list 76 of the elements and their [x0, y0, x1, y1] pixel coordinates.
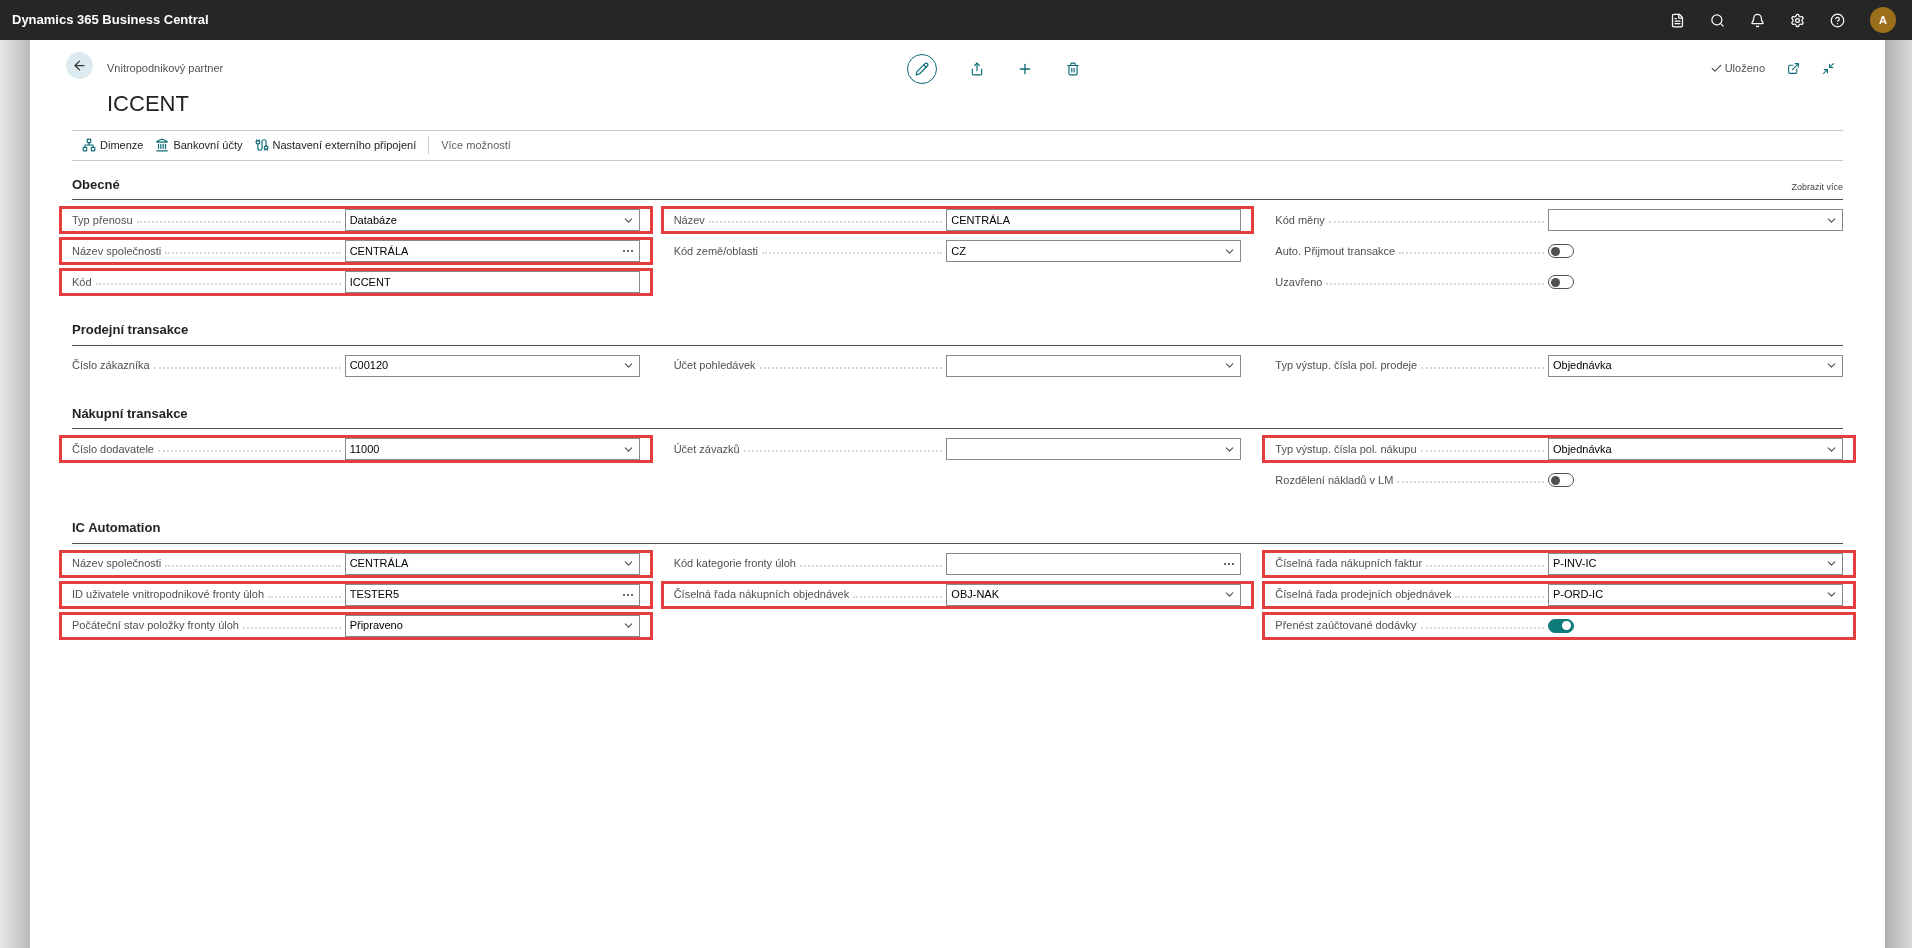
action-button[interactable]: Bankovní účty — [155, 136, 243, 154]
lookup-field[interactable]: CENTRÁLA — [344, 240, 640, 262]
field-label: Kód měny — [1275, 212, 1325, 228]
field-label: Kód — [72, 274, 92, 290]
toggle-switch[interactable] — [1548, 244, 1574, 258]
field-label: Název společnosti — [72, 556, 162, 572]
share-icon[interactable] — [970, 62, 984, 76]
field-label: Číslo zákazníka — [72, 358, 150, 374]
search-icon[interactable] — [1710, 12, 1725, 28]
notification-icon[interactable] — [1750, 12, 1765, 28]
toggle-switch[interactable] — [1548, 618, 1574, 633]
dropdown-field[interactable]: Databáze — [344, 209, 640, 231]
field-label: Číselná řada nákupních objednávek — [673, 587, 850, 603]
action-button[interactable]: Dimenze — [82, 136, 144, 154]
field-label: Účet pohledávek — [673, 358, 756, 374]
field-label: Auto. Přijmout transakce — [1275, 243, 1396, 259]
field-label: Číselná řada nákupních faktur — [1275, 556, 1423, 572]
field-label: Kód kategorie fronty úloh — [673, 556, 796, 572]
section-title: Prodejní transakce — [72, 321, 190, 339]
dropdown-field[interactable]: OBJ-NAK — [946, 583, 1242, 606]
field-label: Typ přenosu — [72, 212, 133, 228]
field-label: Počáteční stav položky fronty úloh — [72, 618, 239, 634]
input-field[interactable]: CENTRÁLA — [946, 209, 1242, 231]
pencil-icon — [915, 62, 929, 76]
section-title: Obecné — [72, 175, 121, 194]
delete-icon[interactable] — [1066, 62, 1080, 76]
field-label: Kód země/oblasti — [673, 243, 759, 259]
document-icon[interactable] — [1670, 12, 1685, 28]
field-label: Rozdělení nákladů v LM — [1275, 472, 1394, 488]
saved-status: Uloženo — [1724, 61, 1765, 76]
open-new-window-icon[interactable] — [1787, 61, 1800, 75]
dropdown-field[interactable]: C00120 — [344, 354, 640, 377]
dropdown-field[interactable] — [1548, 209, 1843, 231]
back-arrow-icon — [72, 58, 87, 73]
input-field[interactable]: ICCENT — [344, 271, 640, 293]
field-label: ID uživatele vnitropodnikové fronty úloh — [72, 587, 264, 603]
field-label: Číslo dodavatele — [72, 441, 154, 457]
field-label: Název — [673, 212, 705, 228]
lookup-field[interactable]: TESTER5 — [344, 583, 640, 606]
toggle-switch[interactable] — [1548, 473, 1574, 487]
dropdown-field[interactable]: P-INV-IC — [1548, 552, 1843, 575]
field-label: Číselná řada prodejních objednávek — [1275, 587, 1452, 603]
field-label: Uzavřeno — [1275, 274, 1323, 290]
section-title: IC Automation — [72, 519, 162, 537]
dropdown-field[interactable] — [946, 354, 1242, 377]
field-label: Přenést zaúčtované dodávky — [1275, 618, 1417, 634]
action-button[interactable]: Více možností — [441, 136, 511, 154]
dropdown-field[interactable]: Objednávka — [1548, 354, 1843, 377]
breadcrumb: Vnitropodnikový partner — [107, 61, 225, 76]
connection-icon — [254, 138, 269, 152]
dropdown-field[interactable]: CENTRÁLA — [344, 552, 640, 575]
field-label: Typ výstup. čísla pol. prodeje — [1275, 358, 1418, 374]
help-icon[interactable] — [1830, 12, 1845, 28]
collapse-icon[interactable] — [1822, 61, 1835, 75]
dimensions-icon — [82, 138, 96, 152]
page-title: ICCENT — [107, 89, 190, 118]
field-label: Název společnosti — [72, 243, 162, 259]
settings-icon[interactable] — [1790, 12, 1805, 28]
app-title: Dynamics 365 Business Central — [12, 11, 210, 30]
user-avatar[interactable]: A — [1870, 7, 1896, 33]
bank-icon — [155, 138, 170, 152]
dropdown-field[interactable]: Připraveno — [344, 614, 640, 637]
toggle-switch[interactable] — [1548, 275, 1574, 289]
dropdown-field[interactable]: P-ORD-IC — [1548, 583, 1843, 606]
dropdown-field[interactable]: CZ — [946, 240, 1242, 262]
dropdown-field[interactable]: Objednávka — [1548, 438, 1843, 460]
add-icon[interactable] — [1017, 61, 1033, 77]
back-button[interactable] — [66, 52, 93, 79]
dropdown-field[interactable]: 11000 — [344, 438, 640, 460]
field-label: Účet závazků — [673, 441, 740, 457]
field-label: Typ výstup. čísla pol. nákupu — [1275, 441, 1417, 457]
action-button[interactable]: Nastavení externího připojení — [254, 136, 417, 154]
show-more-link[interactable]: Zobrazit více — [1791, 180, 1843, 194]
lookup-field[interactable] — [946, 552, 1242, 575]
dropdown-field[interactable] — [946, 438, 1242, 460]
section-title: Nákupní transakce — [72, 404, 189, 423]
